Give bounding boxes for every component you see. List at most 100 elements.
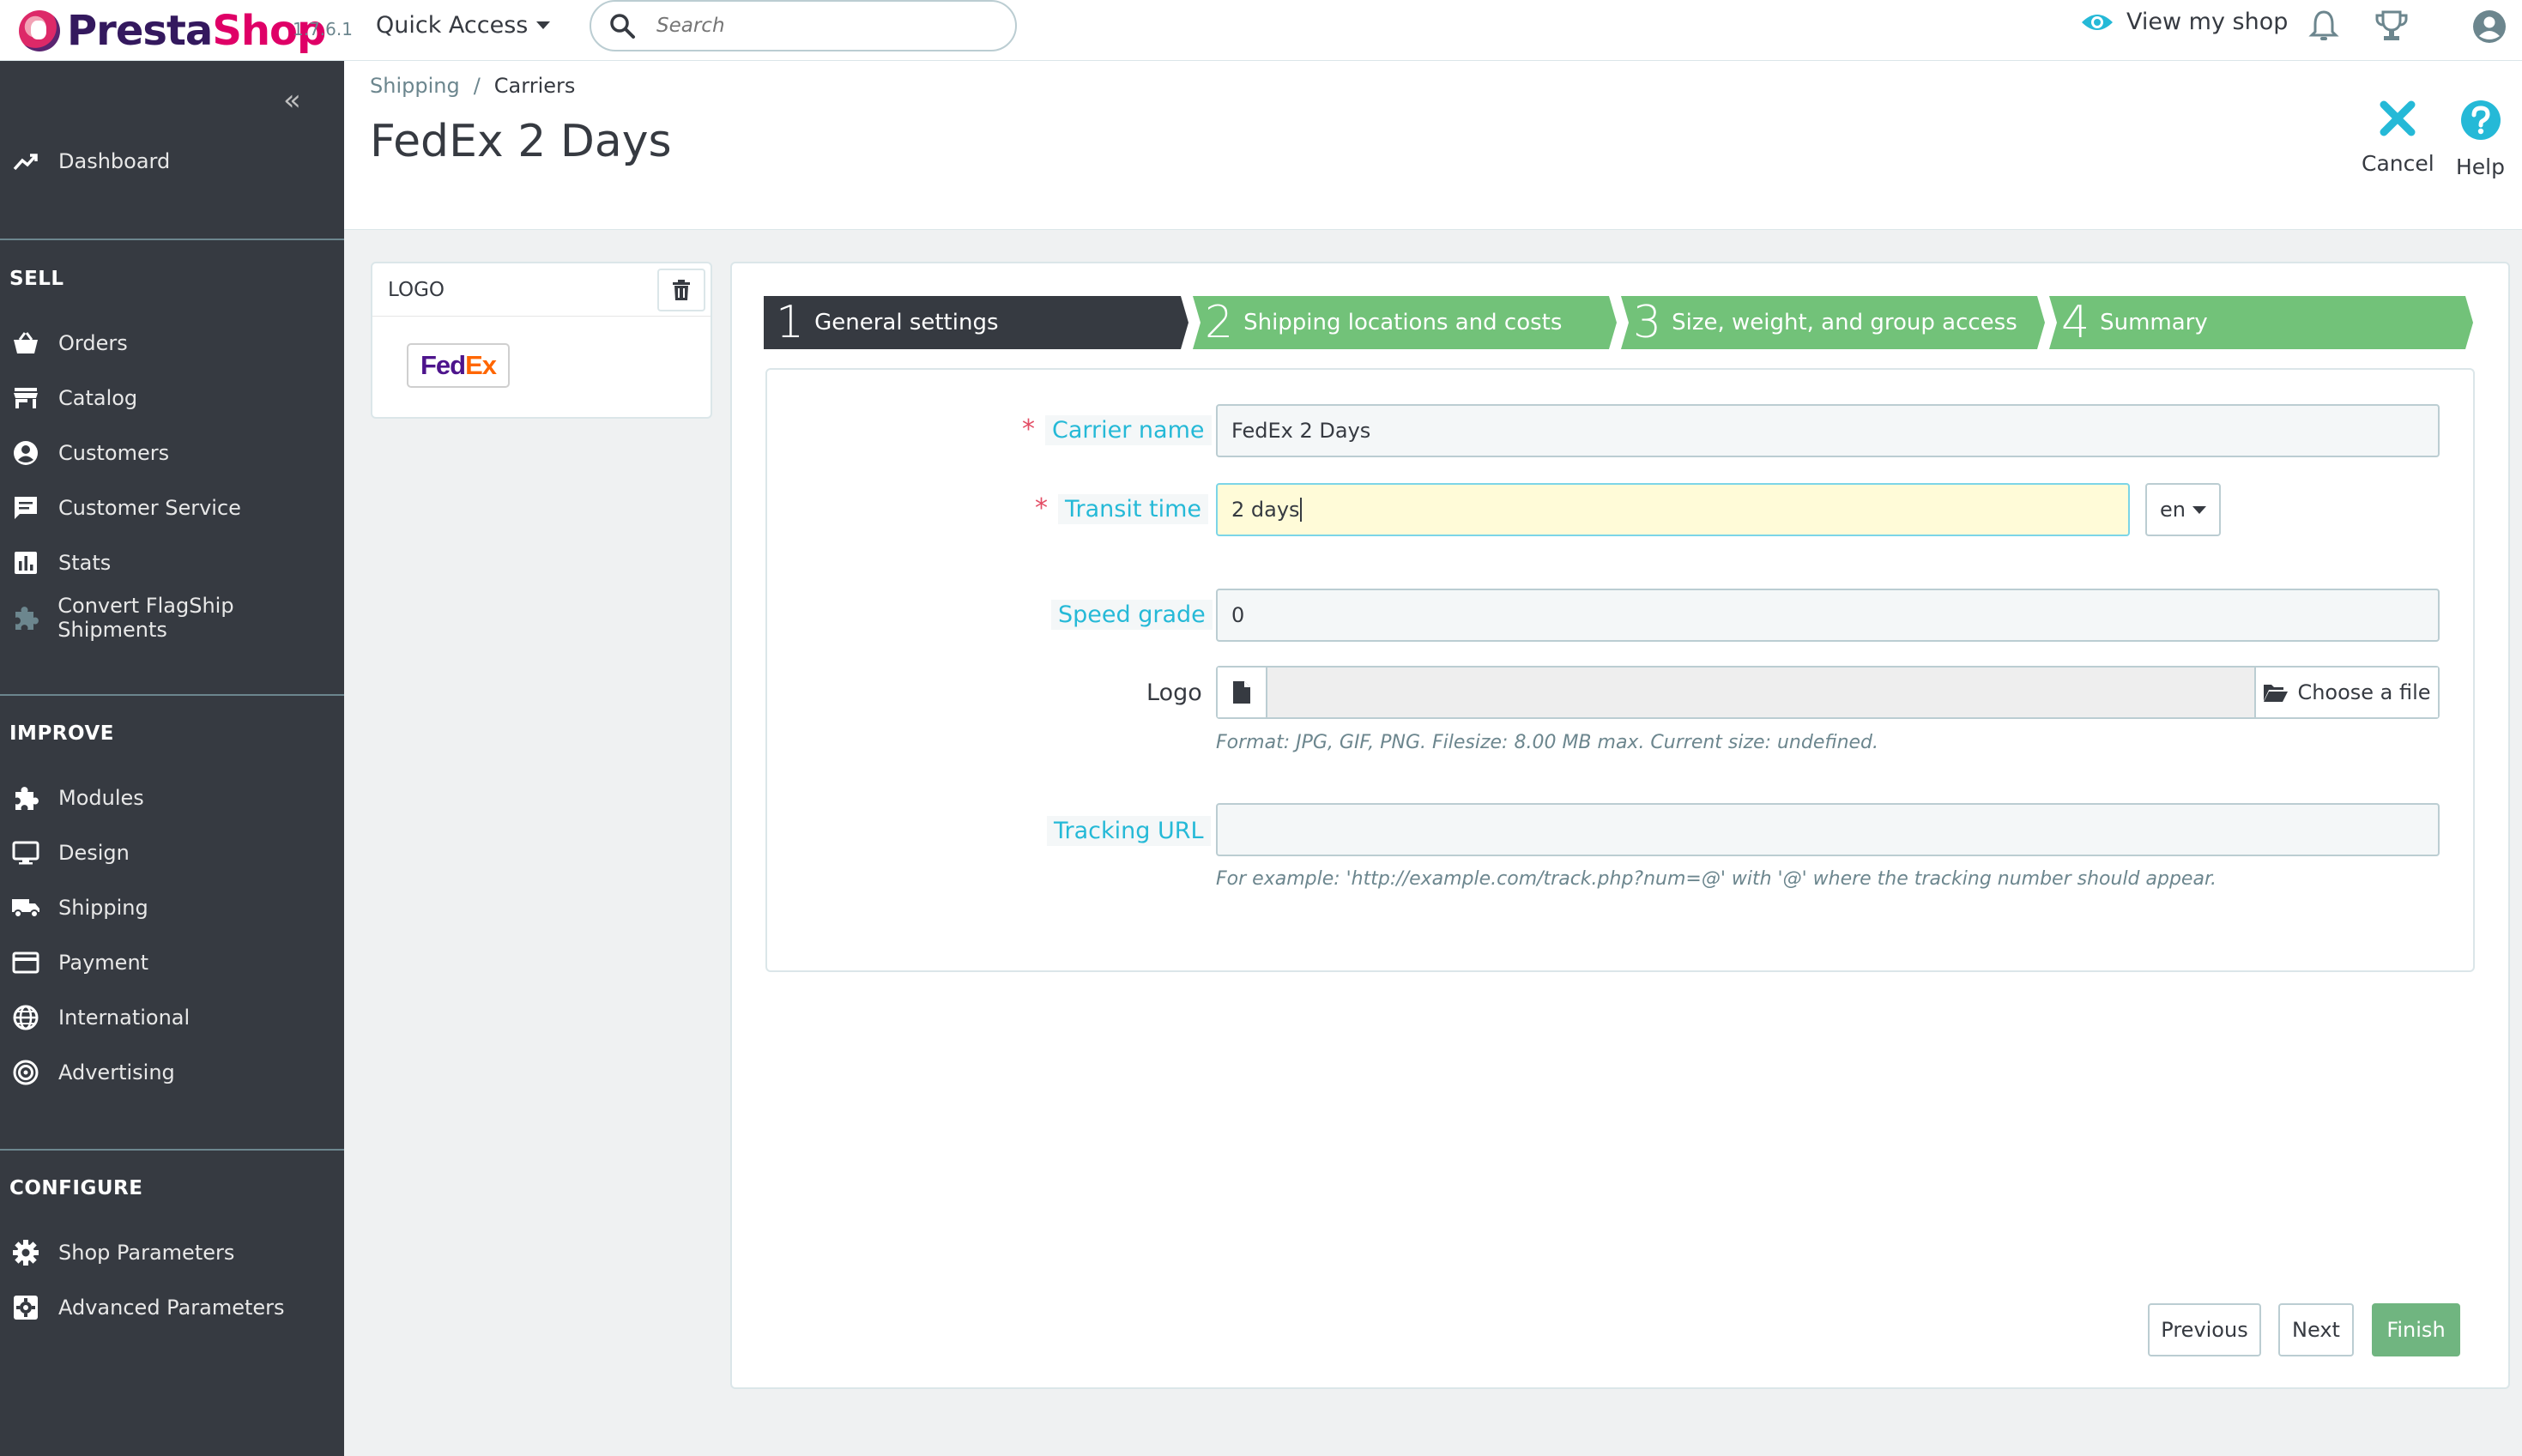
- brand-name: PrestaShop: [67, 7, 326, 55]
- tracking-url-input[interactable]: [1216, 803, 2440, 856]
- file-icon: [1218, 668, 1267, 717]
- eye-icon: [2082, 14, 2113, 30]
- divider: [0, 239, 344, 240]
- logo-panel-title: LOGO: [388, 278, 445, 301]
- sidebar-item-payment[interactable]: Payment: [0, 941, 148, 984]
- folder-open-icon: [2264, 685, 2289, 702]
- breadcrumb-separator: /: [473, 74, 481, 98]
- store-icon: [10, 383, 41, 414]
- sidebar-item-shop-parameters[interactable]: Shop Parameters: [0, 1231, 234, 1274]
- previous-button[interactable]: Previous: [2148, 1303, 2261, 1356]
- settings-box-icon: [10, 1292, 41, 1323]
- trash-icon: [673, 280, 690, 300]
- step-label: Summary: [2100, 310, 2208, 335]
- target-icon: [10, 1057, 41, 1088]
- breadcrumb-shipping-link[interactable]: Shipping: [370, 74, 460, 98]
- fedex-ex: Ex: [465, 350, 497, 380]
- speed-grade-input[interactable]: 0: [1216, 589, 2440, 642]
- next-button[interactable]: Next: [2278, 1303, 2354, 1356]
- breadcrumb: Shipping / Carriers: [370, 74, 575, 98]
- quick-access-label: Quick Access: [376, 12, 529, 39]
- sidebar-item-label: Dashboard: [58, 149, 171, 173]
- prestashop-puffin-icon: [19, 10, 60, 51]
- logo-panel-header: LOGO: [372, 263, 711, 317]
- help-label: Help: [2456, 154, 2505, 179]
- sidebar-item-dashboard[interactable]: Dashboard: [0, 140, 170, 183]
- sidebar-item-design[interactable]: Design: [0, 831, 130, 874]
- prestashop-logo[interactable]: PrestaShop: [19, 5, 326, 57]
- quick-access-dropdown[interactable]: Quick Access: [376, 12, 551, 39]
- required-marker: *: [1035, 493, 1048, 523]
- transit-time-input[interactable]: 2 days: [1216, 483, 2130, 536]
- tracking-url-label: Tracking URL: [1047, 816, 1211, 846]
- logo-file-input[interactable]: Choose a file: [1216, 666, 2440, 719]
- language-dropdown[interactable]: en: [2145, 483, 2221, 536]
- view-my-shop-label: View my shop: [2126, 9, 2289, 35]
- caret-down-icon: [2192, 505, 2206, 514]
- globe-icon: [10, 1002, 41, 1033]
- step-label: General settings: [814, 310, 999, 335]
- version-label: 1.7.6.1: [293, 19, 353, 39]
- carrier-name-label: Carrier name: [1045, 415, 1212, 445]
- speed-grade-label: Speed grade: [1051, 600, 1213, 630]
- sidebar-item-label: Advertising: [58, 1060, 175, 1084]
- top-header: PrestaShop 1.7.6.1 Quick Access View my …: [0, 0, 2522, 61]
- finish-button[interactable]: Finish: [2372, 1303, 2460, 1356]
- sidebar-item-label: Customer Service: [58, 496, 241, 520]
- puzzle-icon: [10, 782, 41, 813]
- chart-icon: [10, 547, 41, 578]
- search-input[interactable]: [656, 15, 983, 37]
- step-general-settings[interactable]: 1 General settings: [765, 296, 999, 349]
- sidebar-item-catalog[interactable]: Catalog: [0, 377, 137, 420]
- step-size-weight[interactable]: 3 Size, weight, and group access: [1623, 296, 2017, 349]
- sidebar-item-label: International: [58, 1006, 191, 1030]
- account-icon[interactable]: [2471, 9, 2507, 48]
- language-label: en: [2160, 498, 2186, 522]
- step-number: 1: [776, 297, 805, 348]
- search-box[interactable]: [590, 0, 1017, 51]
- sidebar-item-shipping[interactable]: Shipping: [0, 886, 148, 929]
- sidebar-item-advanced-parameters[interactable]: Advanced Parameters: [0, 1286, 285, 1329]
- fedex-fed: Fed: [420, 350, 466, 380]
- help-icon: [2460, 100, 2501, 140]
- sidebar-item-customers[interactable]: Customers: [0, 432, 169, 474]
- sidebar-item-international[interactable]: International: [0, 996, 190, 1039]
- step-number: 2: [1205, 297, 1234, 348]
- sidebar-item-label: Advanced Parameters: [58, 1296, 285, 1320]
- choose-file-button[interactable]: Choose a file: [2254, 668, 2438, 717]
- caret-down-icon: [536, 21, 551, 29]
- divider: [0, 694, 344, 696]
- step-shipping-locations[interactable]: 2 Shipping locations and costs: [1194, 296, 1562, 349]
- search-icon[interactable]: [607, 10, 638, 41]
- carrier-logo-image: Fed Ex: [407, 343, 510, 388]
- carrier-name-input[interactable]: FedEx 2 Days: [1216, 404, 2440, 457]
- choose-file-label: Choose a file: [2297, 680, 2431, 704]
- required-marker: *: [1022, 414, 1035, 444]
- collapse-sidebar-icon[interactable]: «: [283, 83, 301, 118]
- wizard-steps-background: [764, 296, 2473, 349]
- trophy-icon[interactable]: [2374, 9, 2409, 46]
- sidebar-item-modules[interactable]: Modules: [0, 776, 144, 819]
- cancel-button[interactable]: Cancel: [2362, 100, 2434, 176]
- sidebar-item-customer-service[interactable]: Customer Service: [0, 486, 241, 529]
- page-title: FedEx 2 Days: [370, 116, 672, 167]
- text-cursor: [1299, 498, 1302, 522]
- bell-icon[interactable]: [2308, 9, 2339, 46]
- step-summary[interactable]: 4 Summary: [2051, 296, 2208, 349]
- truck-icon: [10, 892, 41, 923]
- sidebar-item-stats[interactable]: Stats: [0, 541, 111, 584]
- view-my-shop-link[interactable]: View my shop: [2080, 9, 2288, 35]
- step-number: 3: [1633, 297, 1662, 348]
- sidebar-item-label: Stats: [58, 551, 112, 575]
- logo-label: Logo: [1146, 680, 1202, 706]
- delete-logo-button[interactable]: [657, 269, 705, 311]
- tracking-help-text: For example: 'http://example.com/track.p…: [1216, 868, 2217, 890]
- sidebar-item-advertising[interactable]: Advertising: [0, 1051, 175, 1094]
- sidebar-item-convert-flagship[interactable]: Convert FlagShip Shipments: [0, 594, 344, 642]
- sidebar-item-orders[interactable]: Orders: [0, 322, 128, 365]
- monitor-icon: [10, 837, 41, 868]
- sidebar-item-label: Payment: [58, 951, 149, 975]
- logo-help-text: Format: JPG, GIF, PNG. Filesize: 8.00 MB…: [1216, 732, 1879, 753]
- help-button[interactable]: Help: [2456, 100, 2505, 179]
- sidebar-item-label: Shipping: [58, 896, 148, 920]
